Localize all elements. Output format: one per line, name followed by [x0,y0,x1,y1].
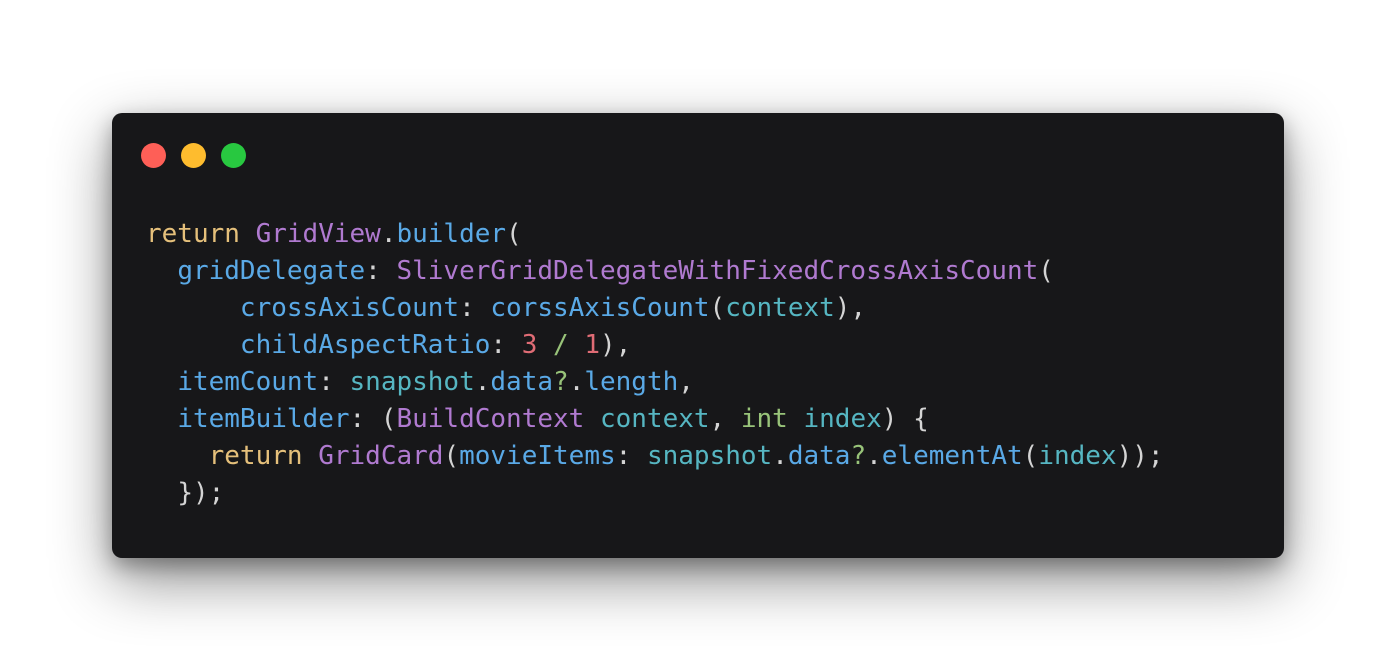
code-token: . [568,367,585,397]
code-token: ), [599,330,632,360]
code-token: ), [834,293,867,323]
code-token: )); [1116,441,1164,471]
code-token: snapshot [349,367,475,397]
code-token: . [772,441,788,471]
code-token: BuildContext [396,404,585,434]
code-token: int [740,404,788,434]
close-window-dot-icon[interactable] [141,143,166,168]
code-token: . [866,441,882,471]
code-line: }); [146,475,1164,512]
code-token: }); [177,478,225,508]
code-token: 3 [521,330,538,360]
code-token: . [380,219,397,249]
code-token: : [459,293,491,323]
code-line: childAspectRatio: 3 / 1), [146,327,1164,364]
code-token: builder [396,219,507,249]
code-token: SliverGridDelegateWithFixedCrossAxisCoun… [396,256,1039,286]
code-token: ? [850,441,867,471]
code-window: return GridView.builder( gridDelegate: S… [112,113,1284,558]
code-token: ( [1038,256,1054,286]
code-token: gridDelegate [177,256,366,286]
code-token: movieItems [459,441,616,471]
code-token: ( [709,293,726,323]
code-line: itemCount: snapshot.data?.length, [146,364,1164,401]
code-token: corssAxisCount [490,293,710,323]
code-token: GridCard [318,441,444,471]
code-token: ( [443,441,460,471]
code-token: return [146,219,240,249]
code-token: : ( [349,404,397,434]
code-token: GridView [255,219,381,249]
code-line: return GridView.builder( [146,216,1164,253]
code-token: 1 [584,330,600,360]
code-token: length [584,367,679,397]
code-token: : [365,256,397,286]
code-token: context [599,404,710,434]
minimize-window-dot-icon[interactable] [181,143,206,168]
code-token: data [490,367,554,397]
code-line: itemBuilder: (BuildContext context, int … [146,401,1164,438]
code-token: : [615,441,647,471]
code-token: data [787,441,851,471]
code-token: : [490,330,522,360]
code-token: index [1038,441,1117,471]
code-line: gridDelegate: SliverGridDelegateWithFixe… [146,253,1164,290]
code-token: : [318,367,350,397]
code-token: snapshot [646,441,773,471]
code-token: childAspectRatio [239,330,491,360]
code-token: ( [1022,441,1039,471]
code-token: crossAxisCount [239,293,460,323]
code-line: crossAxisCount: corssAxisCount(context), [146,290,1164,327]
code-token: index [803,404,882,434]
code-token: ? [553,367,569,397]
code-token: elementAt [881,441,1023,471]
code-token: . [474,367,491,397]
code-token: ) { [881,404,929,434]
code-token: ( [506,219,522,249]
code-token: itemBuilder [177,404,350,434]
code-line: return GridCard(movieItems: snapshot.dat… [146,438,1164,475]
code-token: / [553,330,569,360]
code-token: context [725,293,835,323]
code-block: return GridView.builder( gridDelegate: S… [146,216,1164,512]
maximize-window-dot-icon[interactable] [221,143,246,168]
code-token: , [709,404,741,434]
code-token: itemCount [177,367,319,397]
code-token: return [208,441,303,471]
code-token: , [678,367,694,397]
